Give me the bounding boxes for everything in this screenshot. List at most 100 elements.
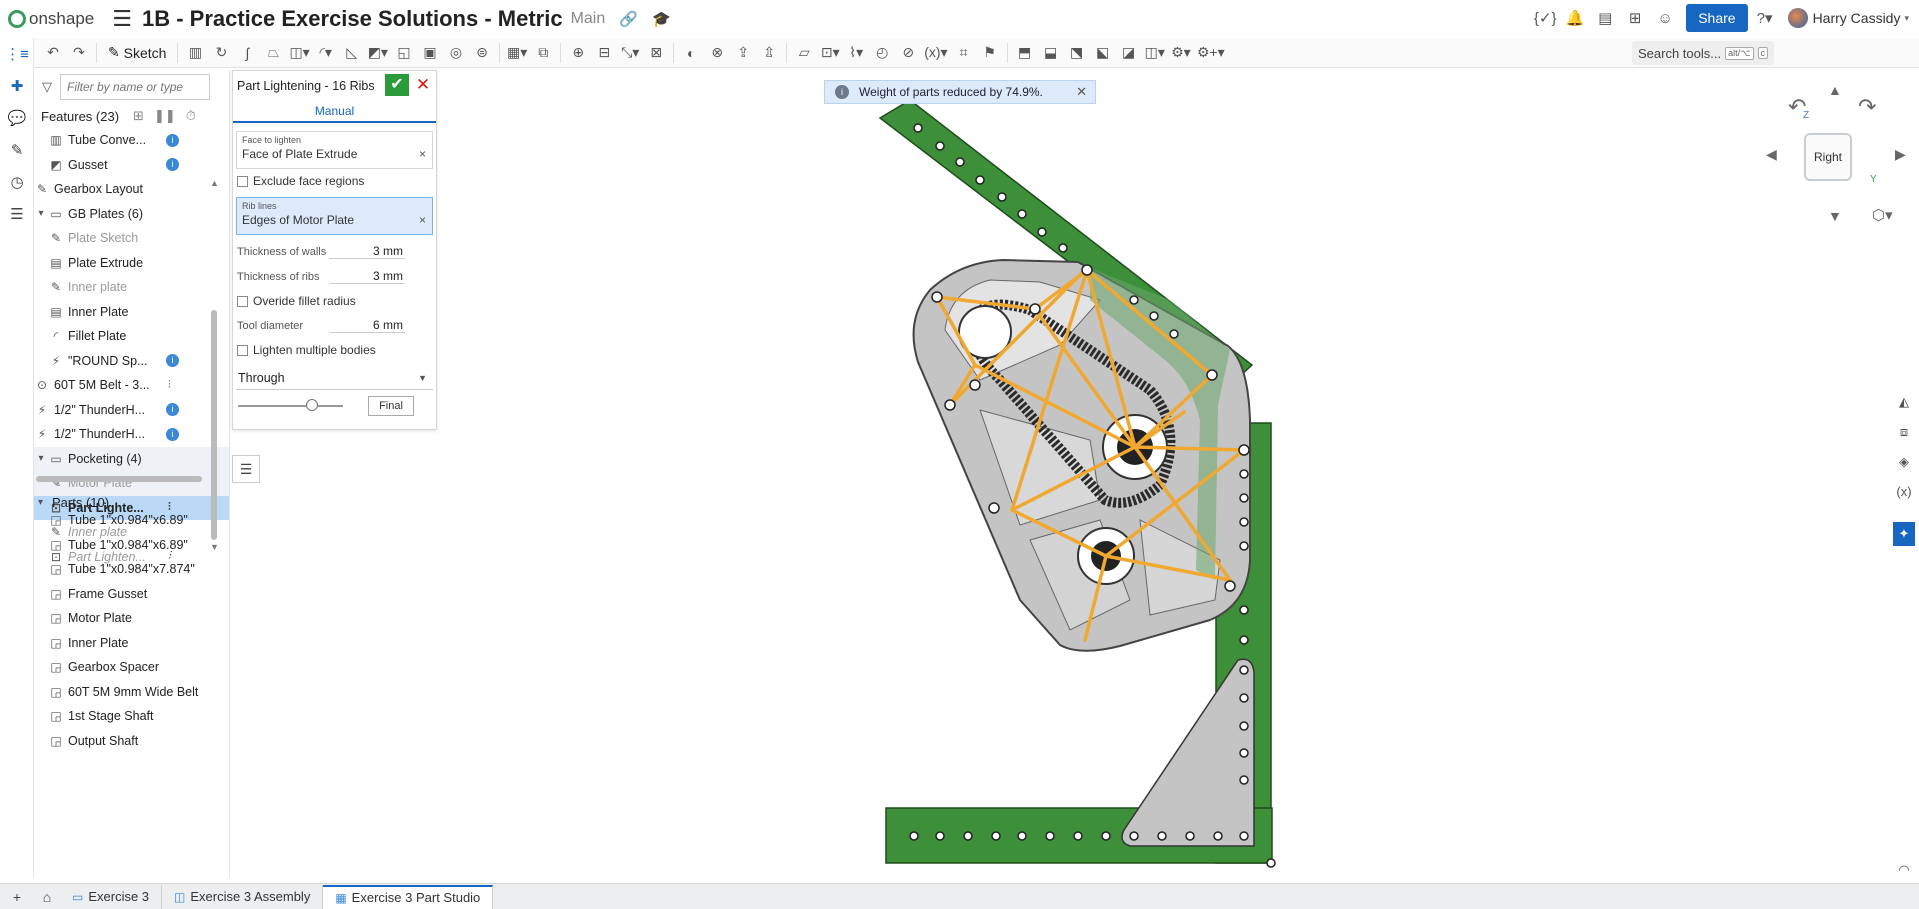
- feature-item[interactable]: ▤ Inner Plate: [34, 300, 229, 325]
- pattern-icon[interactable]: ▦▾: [507, 42, 527, 64]
- rotate-left-arrow-icon[interactable]: ◀: [1766, 146, 1777, 163]
- chamfer-icon[interactable]: ◺: [342, 42, 362, 64]
- part-item[interactable]: ◲ Frame Gusset: [34, 582, 230, 607]
- replace-face-icon[interactable]: ⇫: [759, 42, 779, 64]
- feature-item[interactable]: ▾ ▭ GB Plates (6): [34, 202, 229, 227]
- part-item[interactable]: ◲ Tube 1"x0.984"x6.89": [34, 508, 230, 533]
- feature-item[interactable]: ✎ Plate Sketch: [34, 226, 229, 251]
- corner-icon[interactable]: ◪: [1119, 42, 1139, 64]
- variables-icon[interactable]: {✓}: [1532, 9, 1558, 27]
- sheet-metal-icon[interactable]: ⬒: [1015, 42, 1035, 64]
- feature-item[interactable]: ⚡ "ROUND Sp... i: [34, 349, 229, 374]
- info-icon[interactable]: i: [166, 403, 179, 417]
- boolean-icon[interactable]: ⊕: [568, 42, 588, 64]
- part-item[interactable]: ◲ Gearbox Spacer: [34, 655, 230, 680]
- loft-icon[interactable]: ⏢: [263, 42, 283, 64]
- feature-item[interactable]: ▥ Tube Conve... i: [34, 128, 229, 153]
- release-icon[interactable]: ▤: [1592, 9, 1618, 27]
- horizontal-scrollbar[interactable]: [36, 476, 202, 482]
- graphics-viewport[interactable]: [240, 68, 1890, 878]
- mate-connector-icon[interactable]: ⊡▾: [820, 42, 840, 64]
- helix-icon[interactable]: ⌇▾: [846, 42, 866, 64]
- document-title[interactable]: 1B - Practice Exercise Solutions - Metri…: [142, 6, 563, 32]
- transform-icon[interactable]: ⤡▾: [620, 42, 640, 64]
- model-render[interactable]: [240, 68, 1890, 878]
- history-icon[interactable]: ◷: [0, 166, 34, 198]
- feature-item[interactable]: ◩ Gusset i: [34, 153, 229, 178]
- mirror-icon[interactable]: ⧉: [533, 42, 553, 64]
- redo-icon[interactable]: ↷: [69, 42, 89, 64]
- feature-item[interactable]: ▤ Plate Extrude: [34, 251, 229, 276]
- cube-face-right[interactable]: Right: [1804, 133, 1852, 181]
- curve-icon[interactable]: ◴: [872, 42, 892, 64]
- tab-exercise-3-assembly[interactable]: ◫ Exercise 3 Assembly: [162, 884, 324, 909]
- filter-icon[interactable]: ▽: [42, 79, 52, 95]
- frame-gusset[interactable]: [1121, 658, 1255, 847]
- delete-part-icon[interactable]: ⊠: [646, 42, 666, 64]
- rotate-right-arrow-icon[interactable]: ▶: [1895, 146, 1906, 163]
- info-icon[interactable]: i: [166, 354, 179, 368]
- flange-icon[interactable]: ⬓: [1041, 42, 1061, 64]
- part-item[interactable]: ◲ 1st Stage Shaft: [34, 704, 230, 729]
- info-icon[interactable]: i: [166, 427, 179, 441]
- add-custom-feature-icon[interactable]: ⚙+▾: [1197, 42, 1225, 64]
- thread-icon[interactable]: ⊜: [472, 42, 492, 64]
- feature-list-icon[interactable]: ⋮≡: [0, 38, 34, 70]
- configurations-icon[interactable]: ⧈: [1893, 420, 1915, 444]
- view-options-icon[interactable]: ⬡▾: [1872, 206, 1893, 224]
- part-item[interactable]: ◲ 60T 5M 9mm Wide Belt: [34, 680, 230, 705]
- add-folder-icon[interactable]: ⊞: [133, 108, 144, 124]
- rotate-right-icon[interactable]: ↷: [1858, 94, 1876, 120]
- extrude-icon[interactable]: ▥: [185, 42, 205, 64]
- part-item[interactable]: ◲ Motor Plate: [34, 606, 230, 631]
- tab-icon[interactable]: ⬔: [1067, 42, 1087, 64]
- link-icon[interactable]: 🔗: [619, 10, 638, 28]
- hole-icon[interactable]: ◎: [446, 42, 466, 64]
- help-icon[interactable]: ?▾: [1752, 9, 1778, 27]
- move-face-icon[interactable]: ⇪: [733, 42, 753, 64]
- bill-of-materials-icon[interactable]: ☰: [0, 198, 34, 230]
- rib-icon[interactable]: ◱: [394, 42, 414, 64]
- notifications-icon[interactable]: 🔔: [1562, 9, 1588, 27]
- chevron-down-icon[interactable]: ▾: [34, 208, 48, 219]
- variable-icon[interactable]: (x)▾: [924, 42, 947, 64]
- frame-icon[interactable]: ⌗: [954, 42, 974, 64]
- part-item[interactable]: ◲ Inner Plate: [34, 631, 230, 656]
- close-icon[interactable]: ✕: [1076, 84, 1087, 100]
- feature-item[interactable]: ⊙ 60T 5M Belt - 3... ⫶: [34, 373, 229, 398]
- share-button[interactable]: Share: [1686, 4, 1748, 32]
- shell-icon[interactable]: ▣: [420, 42, 440, 64]
- app-extension-icon[interactable]: ✦: [1893, 522, 1915, 546]
- info-icon[interactable]: i: [166, 133, 179, 147]
- tab-exercise-3[interactable]: ▭ Exercise 3: [60, 884, 163, 909]
- onshape-logo[interactable]: onshape: [8, 9, 94, 29]
- undo-icon[interactable]: ↶: [43, 42, 63, 64]
- feature-item[interactable]: ⚡ 1/2" ThunderH... i: [34, 422, 229, 447]
- tag-icon[interactable]: ⚑: [980, 42, 1000, 64]
- revolve-icon[interactable]: ↻: [211, 42, 231, 64]
- thicken-icon[interactable]: ◫▾: [289, 42, 309, 64]
- scroll-up-icon[interactable]: ▲: [210, 178, 219, 188]
- fillet-icon[interactable]: ◜▾: [316, 42, 336, 64]
- rollback-timer-icon[interactable]: ⏱: [186, 108, 196, 124]
- comments-icon[interactable]: 💬: [0, 102, 34, 134]
- user-menu[interactable]: Harry Cassidy ▾: [1787, 8, 1909, 28]
- feature-item[interactable]: ✎ Inner plate: [34, 275, 229, 300]
- feature-item[interactable]: ▾ ▭ Pocketing (4): [34, 446, 229, 471]
- appearance-icon[interactable]: ◭: [1893, 390, 1915, 414]
- feature-scrollbar[interactable]: ▲ ▼: [210, 178, 219, 552]
- menu-icon[interactable]: ☰: [112, 6, 132, 32]
- learning-center-icon[interactable]: 🎓: [652, 10, 671, 28]
- render-mode-icon[interactable]: ◠: [1893, 858, 1915, 882]
- bend-icon[interactable]: ⬕: [1093, 42, 1113, 64]
- split-icon[interactable]: ⊟: [594, 42, 614, 64]
- rotate-down-icon[interactable]: ▼: [1828, 208, 1842, 224]
- modify-fillet-icon[interactable]: ◐: [681, 42, 701, 64]
- insert-icon[interactable]: ✚: [0, 70, 34, 102]
- info-icon[interactable]: i: [166, 158, 179, 172]
- add-tab-icon[interactable]: +: [4, 885, 30, 909]
- part-item[interactable]: ◲ Output Shaft: [34, 729, 230, 754]
- pause-icon[interactable]: ❚❚: [154, 108, 176, 124]
- variable-table-icon[interactable]: (x): [1893, 480, 1915, 504]
- relief-icon[interactable]: ◫▾: [1145, 42, 1165, 64]
